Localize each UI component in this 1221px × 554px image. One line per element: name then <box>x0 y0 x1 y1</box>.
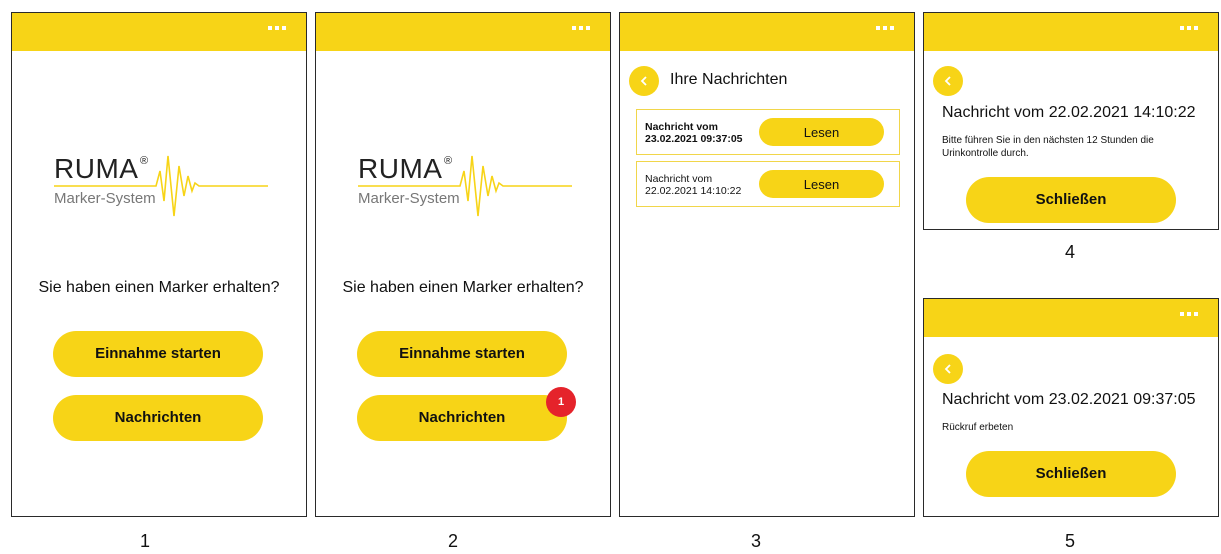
read-message-button[interactable]: Lesen <box>759 170 884 198</box>
messages-button[interactable]: Nachrichten <box>53 395 263 441</box>
more-dots-icon[interactable] <box>876 24 894 32</box>
message-timestamp: 22.02.2021 14:10:22 <box>645 185 742 197</box>
back-button[interactable] <box>933 66 963 96</box>
marker-question: Sie haben einen Marker erhalten? <box>342 279 584 296</box>
back-button[interactable] <box>933 354 963 384</box>
screen-2-home-notification: RUMA ® Marker-System Sie haben einen Mar… <box>315 12 611 517</box>
screen-5-message-detail: Nachricht vom 23.02.2021 09:37:05 Rückru… <box>923 298 1219 517</box>
message-timestamp: 23.02.2021 09:37:05 <box>645 133 743 145</box>
more-dots-icon[interactable] <box>572 24 590 32</box>
logo-brand: RUMA <box>54 153 139 184</box>
screen-number-label: 1 <box>139 531 150 551</box>
screen-number-label: 3 <box>750 531 761 551</box>
start-intake-button[interactable]: Einnahme starten <box>53 331 263 377</box>
chevron-left-icon <box>944 76 951 86</box>
start-intake-button[interactable]: Einnahme starten <box>357 331 567 377</box>
message-heading: Nachricht vom 22.02.2021 14:10:22 <box>942 104 1196 121</box>
message-list-item: Nachricht vom 23.02.2021 09:37:05 Lesen <box>636 109 900 155</box>
close-button[interactable]: Schließen <box>966 451 1176 497</box>
more-dots-icon[interactable] <box>1180 24 1198 32</box>
screen-number-label: 5 <box>1064 531 1075 551</box>
screen-4-message-detail: Nachricht vom 22.02.2021 14:10:22 Bitte … <box>923 12 1219 230</box>
message-heading: Nachricht vom 23.02.2021 09:37:05 <box>942 391 1196 408</box>
message-body: Rückruf erbeten <box>942 422 1014 433</box>
app-bar <box>620 13 914 51</box>
screen-3-message-list: Ihre Nachrichten Nachricht vom 23.02.202… <box>619 12 915 517</box>
logo-subtitle: Marker-System <box>358 190 460 207</box>
more-dots-icon[interactable] <box>1180 310 1198 318</box>
app-bar <box>316 13 610 51</box>
logo-brand: RUMA <box>358 153 443 184</box>
chevron-left-icon <box>640 76 647 86</box>
app-bar <box>924 299 1218 337</box>
message-label: Nachricht vom <box>645 121 718 133</box>
back-button[interactable] <box>629 66 659 96</box>
more-dots-icon[interactable] <box>268 24 286 32</box>
message-body: Bitte führen Sie in den nächsten 12 Stun… <box>942 135 1154 159</box>
logo-subtitle: Marker-System <box>54 190 156 207</box>
logo-registered-mark: ® <box>444 155 453 167</box>
app-bar <box>12 13 306 51</box>
unread-count-badge: 1 <box>546 387 576 417</box>
app-bar <box>924 13 1218 51</box>
marker-question: Sie haben einen Marker erhalten? <box>38 279 280 296</box>
page-title: Ihre Nachrichten <box>670 71 788 88</box>
read-message-button[interactable]: Lesen <box>759 118 884 146</box>
screen-1-home: RUMA ® Marker-System Sie haben einen Mar… <box>11 12 307 517</box>
chevron-left-icon <box>944 364 951 374</box>
screen-number-label: 2 <box>447 531 458 551</box>
ruma-logo: RUMA ® Marker-System <box>54 153 274 233</box>
ruma-logo: RUMA ® Marker-System <box>358 153 578 233</box>
message-label: Nachricht vom <box>645 173 713 185</box>
logo-registered-mark: ® <box>140 155 149 167</box>
messages-button[interactable]: Nachrichten <box>357 395 567 441</box>
close-button[interactable]: Schließen <box>966 177 1176 223</box>
message-list-item: Nachricht vom 22.02.2021 14:10:22 Lesen <box>636 161 900 207</box>
screen-number-label: 4 <box>1064 242 1075 262</box>
